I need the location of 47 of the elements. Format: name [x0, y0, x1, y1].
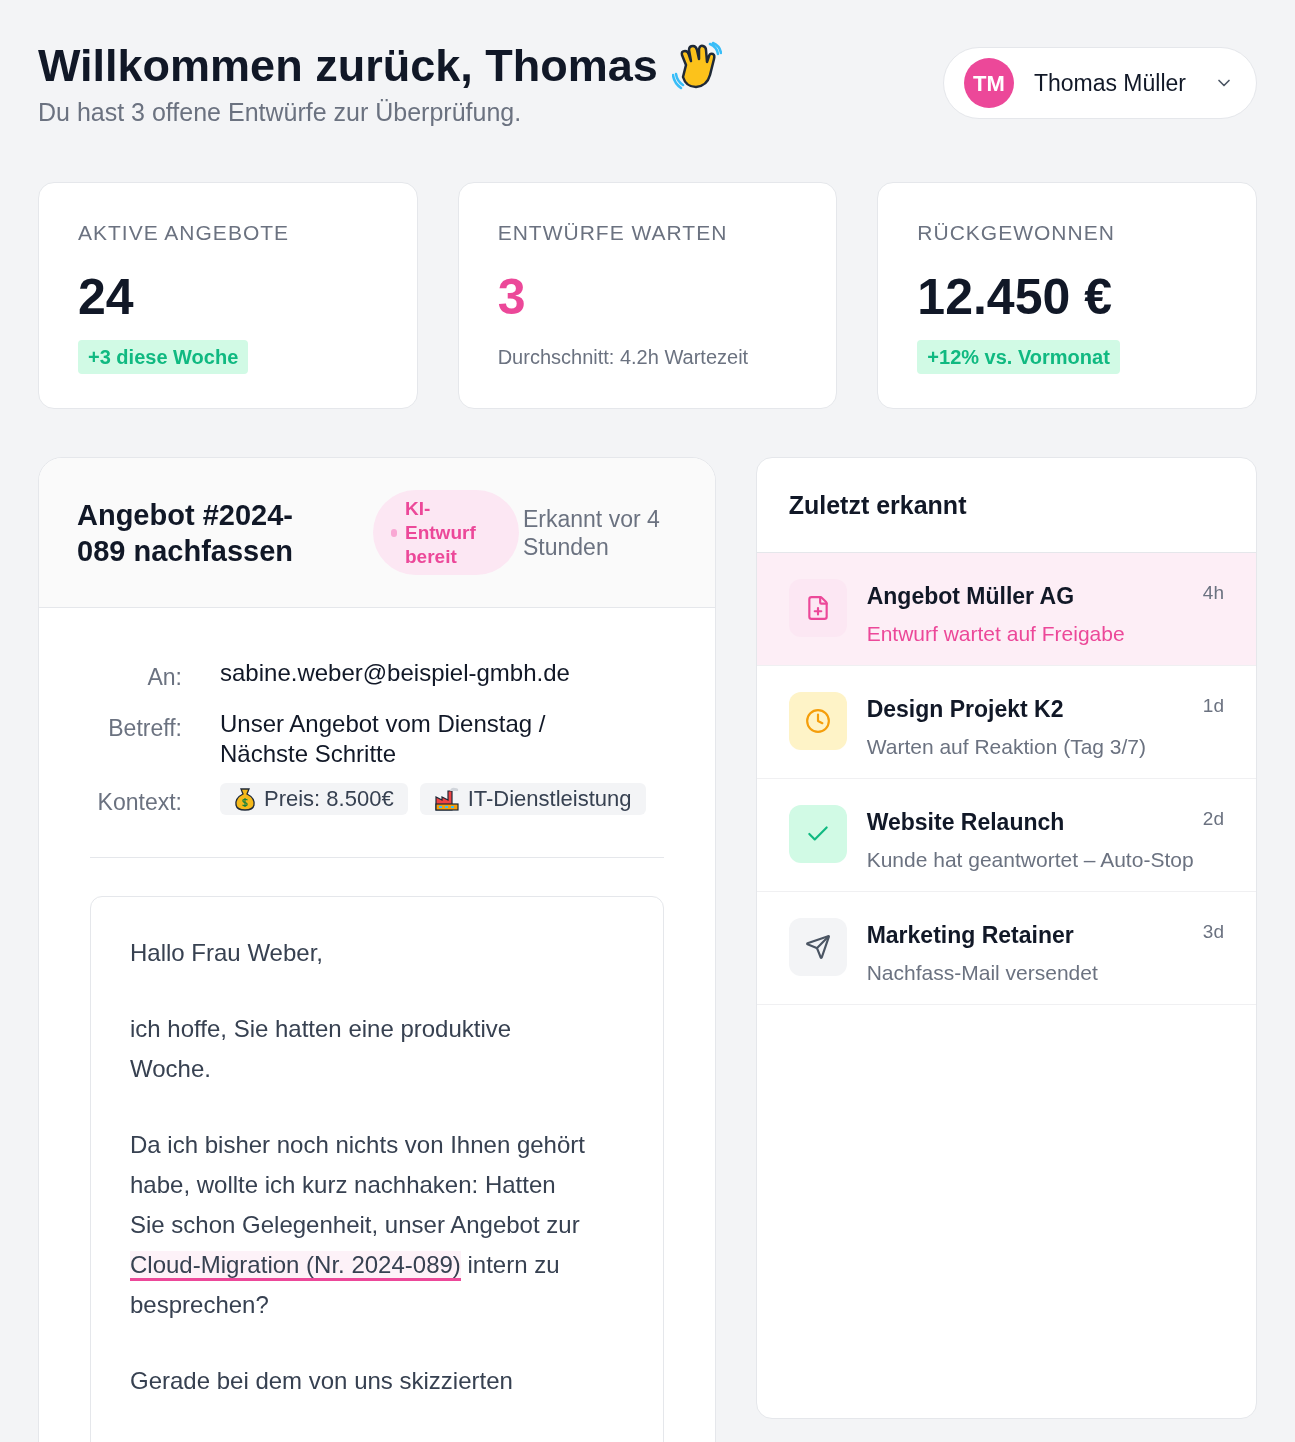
user-menu-button[interactable]: TM Thomas Müller	[942, 47, 1257, 119]
send-icon	[804, 934, 831, 961]
context-tag: Preis: 8.500€	[220, 782, 408, 815]
item-title: Marketing Retainer	[866, 921, 1074, 951]
field-value: sabine.weber@beispiel-gmbh.de	[220, 658, 571, 689]
item-subtitle: Kunde hat geantwortet – Auto-Stop	[866, 846, 1195, 873]
stat-note: Durchschnitt: 4.2h Wartezeit	[497, 345, 749, 371]
email-paragraph: ich hoffe, Sie hatten eine produktive Woche.	[130, 1014, 513, 1085]
email-paragraph: Gerade bei dem von uns skizzierten	[130, 1366, 514, 1397]
item-time: 4h	[1202, 581, 1224, 606]
page-subtitle: Du hast 3 offene Entwürfe zur Überprüfung.	[38, 97, 523, 129]
email-paragraph: Da ich bisher noch nichts von Ihnen gehört habe, wollte ich kurz nachhaken: Hatten Sie schon Gelegenheit, unser Angebot zur Cloud-Migration (Nr. 2024-089) intern zu besprechen?	[130, 1130, 586, 1321]
detected-time: Erkannt vor 4 Stunden	[523, 504, 661, 561]
draft-title: Angebot #2024-089 nachfassen	[77, 497, 294, 569]
context-tag: IT-Dienstleistung	[419, 782, 646, 815]
factory-icon	[433, 786, 460, 811]
item-title: Angebot Müller AG	[866, 582, 1075, 612]
highlighted-reference: Cloud-Migration (Nr. 2024-089)	[130, 1251, 461, 1282]
trend-badge: +3 diese Woche	[78, 340, 249, 375]
field-value: Unser Angebot vom Dienstag / Nächste Schritte	[220, 708, 547, 769]
clock-icon	[804, 708, 831, 735]
item-time: 1d	[1202, 694, 1224, 719]
stat-label: ENTWÜRFE WARTEN	[497, 219, 728, 246]
item-subtitle: Warten auf Reaktion (Tag 3/7)	[866, 733, 1148, 760]
item-subtitle: Nachfass-Mail versendet	[866, 959, 1099, 986]
item-time: 3d	[1202, 920, 1224, 945]
field-label: An:	[146, 663, 182, 693]
user-avatar: TM	[963, 58, 1014, 108]
recent-item[interactable]: Angebot Müller AG 4h Entwurf wartet auf Freigabe	[756, 553, 1256, 667]
field-label: Betreff:	[107, 713, 182, 743]
stat-value: 24	[78, 272, 134, 323]
item-subtitle: Entwurf wartet auf Freigabe	[866, 620, 1126, 647]
stat-value: 12.450 €	[917, 272, 1112, 323]
stat-value: 3	[497, 272, 526, 323]
email-paragraph: Hallo Frau Weber,	[130, 938, 324, 969]
field-label: Kontext:	[96, 787, 182, 817]
stat-label: RÜCKGEWONNEN	[917, 219, 1115, 246]
trend-badge: +12% vs. Vormonat	[917, 340, 1120, 375]
user-name: Thomas Müller	[1033, 68, 1186, 98]
money-bag-icon	[234, 786, 256, 811]
item-time: 2d	[1202, 807, 1224, 832]
waving-hand-icon	[671, 41, 722, 92]
page-title: Willkommen zurück, Thomas	[38, 39, 658, 93]
item-title: Website Relaunch	[866, 808, 1065, 838]
stat-label: AKTIVE ANGEBOTE	[78, 219, 290, 246]
item-title: Design Projekt K2	[866, 695, 1064, 725]
badge-label: KI-Entwurf bereit	[405, 496, 477, 569]
